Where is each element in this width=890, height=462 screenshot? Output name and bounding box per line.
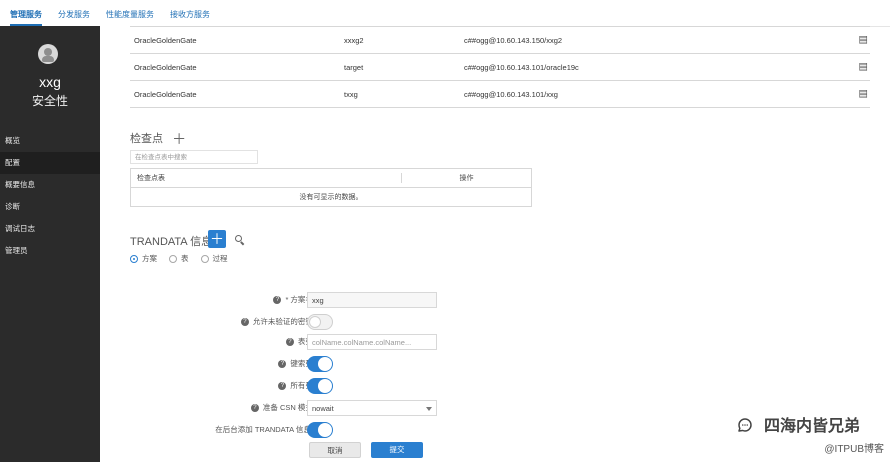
tab-distribution-service[interactable]: 分发服务: [58, 10, 90, 20]
sidebar-user-name: xxg: [39, 74, 61, 90]
radio-procedure-dot[interactable]: [200, 254, 209, 263]
sidebar-item-diagnostics[interactable]: 诊断: [0, 196, 100, 218]
form-row-schema-name: ? * 方案名: xxg: [100, 292, 870, 310]
add-trandata-background-label-text: 在后台添加 TRANDATA 信息?: [215, 425, 315, 434]
cancel-button[interactable]: 取消: [309, 442, 361, 458]
radio-table-dot[interactable]: [169, 254, 177, 263]
tab-receiver-service[interactable]: 接收方服务: [170, 10, 210, 20]
chat-icon: [737, 418, 752, 432]
checkpoint-search-input[interactable]: 在检查点表中搜索: [130, 150, 258, 164]
column-header-actions[interactable]: 操作: [401, 173, 531, 183]
tab-performance-metrics-service[interactable]: 性能度量服务: [106, 10, 154, 20]
all-columns-toggle[interactable]: [307, 378, 333, 394]
radio-schema-label: 方案: [142, 254, 157, 263]
help-icon[interactable]: ?: [250, 404, 259, 413]
prepare-csn-mode-label: ? 准备 CSN 模式:: [250, 402, 315, 413]
checkpoint-table: 检查点表 操作 没有可显示的数据。: [130, 168, 532, 207]
search-icon[interactable]: [234, 234, 244, 244]
checkpoint-table-empty: 没有可显示的数据。: [299, 194, 363, 201]
prepare-csn-mode-select[interactable]: nowait: [307, 400, 437, 416]
table-cell-type: OracleGoldenGate: [134, 35, 197, 45]
radio-procedure[interactable]: 过程: [200, 253, 228, 264]
table-cell-actions: ▤: [720, 27, 870, 53]
help-icon[interactable]: ?: [278, 382, 287, 391]
table-cell-type: OracleGoldenGate: [134, 62, 197, 72]
add-trandata-background-toggle[interactable]: [307, 422, 333, 438]
watermark-brand-text: 四海内皆兄弟: [763, 418, 860, 435]
form-row-table-columns: ?表列: colName.colName.colName...: [100, 334, 870, 352]
page: 管理服务 分发服务 性能度量服务 接收方服务 xxg 安全性 概览 配置 概要信…: [0, 0, 890, 462]
sidebar-user-role: 安全性: [31, 94, 68, 108]
top-tabs: 管理服务 分发服务 性能度量服务 接收方服务: [10, 10, 210, 26]
table-cell-user: c##ogg@10.60.143.150/xxg2: [464, 35, 563, 45]
top-tabbar: 管理服务 分发服务 性能度量服务 接收方服务: [0, 0, 890, 27]
help-icon[interactable]: ?: [240, 318, 249, 327]
help-icon[interactable]: ?: [273, 296, 282, 305]
add-trandata-button[interactable]: ＋: [208, 230, 226, 248]
form-row-allow-unvalidated: ? 允许未验证的密钥:: [100, 314, 870, 332]
help-icon[interactable]: ?: [278, 360, 287, 369]
table-row: OracleGoldenGate txxg c##ogg@10.60.143.1…: [130, 81, 870, 108]
radio-schema-dot[interactable]: [130, 254, 138, 263]
sidebar-item-overview[interactable]: 概览: [0, 130, 100, 152]
chevron-down-icon[interactable]: [426, 407, 432, 411]
table-row: OracleGoldenGate target c##ogg@10.60.143…: [130, 54, 870, 81]
sidebar-item-debug-log[interactable]: 调试日志: [0, 218, 100, 240]
watermark-brand: 四海内皆兄弟: [736, 412, 860, 436]
main-content: OracleGoldenGate xxxg2 c##ogg@10.60.143.…: [100, 26, 870, 462]
form-buttons: 取消 提交: [309, 442, 423, 458]
table-row: OracleGoldenGate xxxg2 c##ogg@10.60.143.…: [130, 27, 870, 54]
table-cell-user: c##ogg@10.60.143.101/oracle19c: [464, 62, 579, 72]
checkpoint-section-title: 检查点 ＋: [130, 130, 186, 146]
form-row-key-columns: ? 键索列:: [100, 356, 870, 374]
sidebar-item-administrator[interactable]: 管理员: [0, 240, 100, 262]
form-row-all-columns: ? 所有列:: [100, 378, 870, 396]
table-cell-user: c##ogg@10.60.143.101/xxg: [464, 89, 558, 99]
table-columns-input[interactable]: colName.colName.colName...: [307, 334, 437, 350]
edit-icon[interactable]: ▤: [859, 89, 868, 100]
trandata-title: TRANDATA 信息: [130, 236, 213, 248]
avatar: [38, 44, 58, 64]
checkpoint-title: 检查点: [130, 133, 163, 145]
table-cell-alias: xxxg2: [344, 35, 364, 45]
table-cell-actions: ▤: [720, 81, 870, 107]
allow-unvalidated-label-text: 允许未验证的密钥:: [252, 317, 315, 326]
table-cell-type: OracleGoldenGate: [134, 89, 197, 99]
table-cell-actions: ▤: [720, 54, 870, 80]
submit-button[interactable]: 提交: [371, 442, 423, 458]
required-mark: *: [285, 295, 289, 304]
sidebar-item-summary[interactable]: 概要信息: [0, 174, 100, 196]
column-header-checkpoint-table[interactable]: 检查点表: [131, 173, 401, 183]
edit-icon[interactable]: ▤: [859, 35, 868, 46]
tab-management-service[interactable]: 管理服务: [10, 10, 42, 26]
add-trandata-background-label: 在后台添加 TRANDATA 信息?: [215, 424, 315, 435]
sidebar-nav: 概览 配置 概要信息 诊断 调试日志 管理员: [0, 130, 100, 262]
help-icon[interactable]: ?: [285, 338, 294, 347]
radio-procedure-label: 过程: [212, 254, 228, 263]
prepare-csn-mode-value: nowait: [312, 404, 334, 413]
radio-table[interactable]: 表: [169, 253, 189, 264]
credentials-table: OracleGoldenGate xxxg2 c##ogg@10.60.143.…: [130, 26, 870, 108]
schema-name-input[interactable]: xxg: [307, 292, 437, 308]
allow-unvalidated-toggle[interactable]: [307, 314, 333, 330]
allow-unvalidated-label: ? 允许未验证的密钥:: [240, 316, 315, 327]
radio-schema[interactable]: 方案: [130, 253, 157, 264]
sidebar: xxg 安全性 概览 配置 概要信息 诊断 调试日志 管理员: [0, 26, 100, 462]
table-cell-alias: target: [344, 62, 364, 72]
watermark-source: @ITPUB博客: [824, 444, 884, 455]
table-cell-alias: txxg: [344, 89, 358, 99]
radio-table-label: 表: [181, 254, 189, 263]
key-columns-toggle[interactable]: [307, 356, 333, 372]
trandata-scope-radios: 方案 表 过程: [130, 253, 228, 264]
add-checkpoint-icon[interactable]: ＋: [172, 132, 186, 146]
sidebar-item-configuration[interactable]: 配置: [0, 152, 100, 174]
edit-icon[interactable]: ▤: [859, 62, 868, 73]
checkpoint-table-header: 检查点表 操作: [131, 169, 531, 188]
